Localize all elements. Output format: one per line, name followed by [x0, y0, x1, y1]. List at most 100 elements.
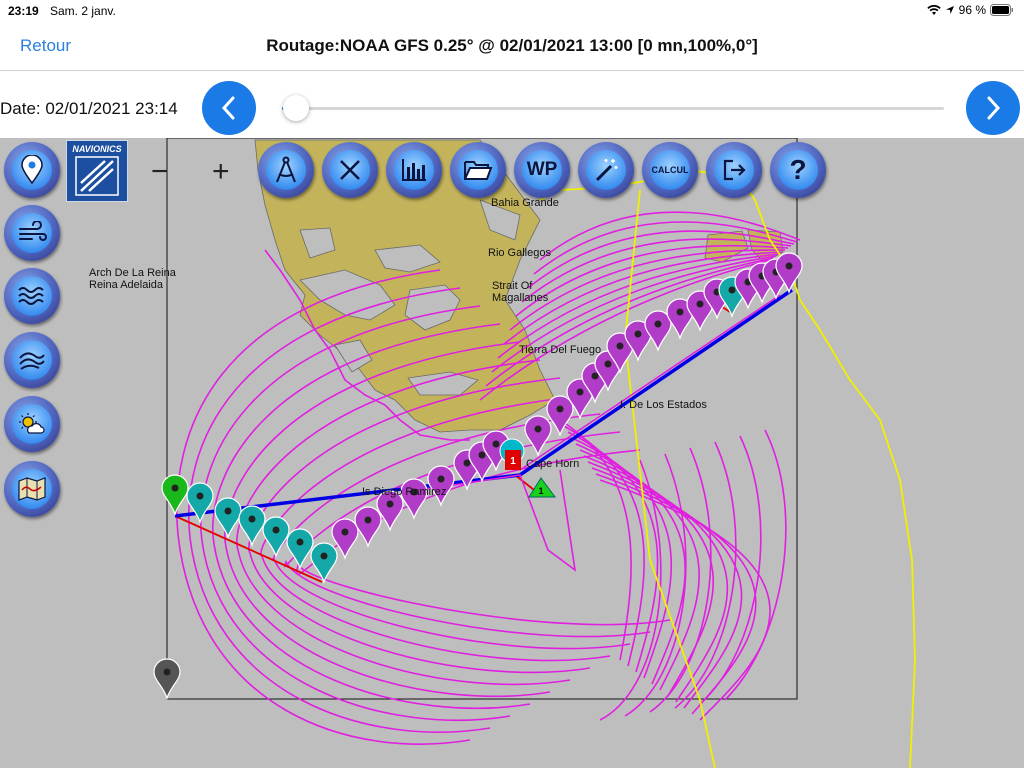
zoom-in-button[interactable]: +	[212, 155, 230, 189]
start-marker[interactable]: 1	[499, 438, 525, 470]
location-arrow-icon	[945, 6, 954, 14]
waypoint-pin-dot	[634, 330, 642, 338]
waypoint-pin-dot	[341, 528, 349, 536]
waypoint-pin-dot	[591, 372, 599, 380]
exit-icon	[723, 159, 746, 181]
waypoint-pin-dot	[272, 526, 280, 534]
waypoint-pin-dot	[248, 515, 256, 523]
waypoint-pin[interactable]	[524, 415, 552, 457]
status-date: Sam. 2 janv.	[50, 4, 116, 18]
magic-wand-button-face	[586, 150, 626, 190]
waypoint-pin[interactable]	[153, 658, 181, 700]
chart-layer-button-face	[12, 469, 52, 509]
waypoint-pin-dot	[785, 262, 793, 270]
waypoint-pin-dot	[534, 425, 542, 433]
waypoint-pin[interactable]	[186, 482, 214, 524]
start-badge-label: 1	[510, 456, 516, 467]
export-button-face	[714, 150, 754, 190]
clear-button[interactable]	[322, 142, 378, 198]
location-button[interactable]	[4, 142, 60, 198]
next-time-button[interactable]	[966, 81, 1020, 135]
help-button-label: ?	[789, 154, 807, 185]
waypoint-pin-dot	[492, 440, 500, 448]
waypoint-button-label: WP	[526, 159, 558, 180]
compass-button[interactable]	[258, 142, 314, 198]
label-tierra-del-fuego: Tierra Del Fuego	[519, 344, 602, 356]
battery-icon	[990, 4, 1013, 16]
navionics-logo-icon	[75, 156, 119, 196]
label-diego-ramirez: Is Diego Ramirez	[362, 486, 447, 498]
sun-cloud-icon	[19, 413, 45, 434]
waypoint-pin-dot	[654, 320, 662, 328]
wind-icon	[19, 221, 47, 241]
waves-button-face	[12, 276, 52, 316]
waypoint-pin[interactable]	[644, 310, 672, 352]
waypoint-button-face: WP	[522, 150, 562, 190]
waypoint-pin[interactable]	[262, 516, 290, 558]
waypoint-pin-dot	[576, 388, 584, 396]
chart-layer-button[interactable]	[4, 461, 60, 517]
waypoint-pin[interactable]	[286, 528, 314, 570]
magic-wand-button[interactable]	[578, 142, 634, 198]
folded-map-icon	[18, 477, 46, 501]
calculate-button[interactable]: CALCUL	[642, 142, 698, 198]
target-marker[interactable]: 1	[528, 477, 556, 498]
navionics-button[interactable]: NAVIONICS	[66, 140, 128, 202]
label-bahia-grande: Bahia Grande	[491, 197, 559, 209]
waypoint-pin-dot	[224, 507, 232, 515]
label-rio-gallegos: Rio Gallegos	[488, 247, 551, 259]
label-cape-horn: Cape Horn	[526, 458, 580, 470]
waypoint-pin-dot	[676, 308, 684, 316]
target-badge-label: 1	[538, 486, 543, 496]
navigation-bar: Retour Routage:NOAA GFS 0.25° @ 02/01/20…	[0, 22, 1024, 71]
waypoint-pin-dot	[437, 475, 445, 483]
weather-button[interactable]	[4, 396, 60, 452]
chevron-left-icon	[221, 96, 235, 120]
waypoint-pin[interactable]	[354, 506, 382, 548]
export-button[interactable]	[706, 142, 762, 198]
waypoint-pin-dot	[320, 552, 328, 560]
help-button[interactable]: ?	[770, 142, 826, 198]
routing-map[interactable]: 1 1 Bahia Grande Rio Gallegos Strait Of …	[0, 138, 1024, 768]
waypoint-pin-dot	[604, 360, 612, 368]
bar-chart-icon	[402, 159, 426, 181]
timeline-date-label: Date: 02/01/2021 23:14	[0, 99, 178, 118]
label-arch-2: Reina Adelaida	[89, 279, 164, 291]
isochrone-south	[649, 447, 712, 713]
waves-button[interactable]	[4, 268, 60, 324]
waypoint-pin-dot	[296, 538, 304, 546]
statistics-button-face	[394, 150, 434, 190]
folder-open-icon	[464, 161, 493, 180]
wind-button[interactable]	[4, 205, 60, 261]
close-icon	[340, 160, 360, 180]
wind-button-face	[12, 213, 52, 253]
waypoint-pin-dot	[478, 451, 486, 459]
ocean-current-icon	[19, 352, 45, 370]
status-right: 96 %	[926, 3, 1014, 17]
map-canvas[interactable]: 1 1	[0, 138, 1024, 768]
statistics-button[interactable]	[386, 142, 442, 198]
current-button[interactable]	[4, 332, 60, 388]
clear-button-face	[330, 150, 370, 190]
label-estados: I. De Los Estados	[620, 399, 707, 411]
waypoint-pin-dot	[196, 492, 204, 500]
current-button-face	[12, 340, 52, 380]
status-time: 23:19	[8, 4, 39, 18]
waypoint-pin[interactable]	[238, 505, 266, 547]
calculate-button-label: CALCUL	[651, 165, 689, 175]
waypoint-pin[interactable]	[161, 474, 189, 516]
waypoint-pin-dot	[163, 668, 171, 676]
previous-time-button[interactable]	[202, 81, 256, 135]
waypoint-button[interactable]: WP	[514, 142, 570, 198]
waypoint-pin-dot	[171, 484, 179, 492]
waypoint-pin[interactable]	[400, 478, 428, 520]
label-arch-1: Arch De La Reina	[89, 267, 176, 279]
battery-percent: 96 %	[958, 3, 986, 17]
open-file-button[interactable]	[450, 142, 506, 198]
time-slider-track[interactable]	[282, 107, 944, 110]
zoom-out-button[interactable]: −	[151, 155, 169, 189]
waypoint-pin-dot	[364, 516, 372, 524]
waypoint-pin-dot	[696, 300, 704, 308]
open-file-button-face	[458, 150, 498, 190]
help-button-face: ?	[778, 150, 818, 190]
